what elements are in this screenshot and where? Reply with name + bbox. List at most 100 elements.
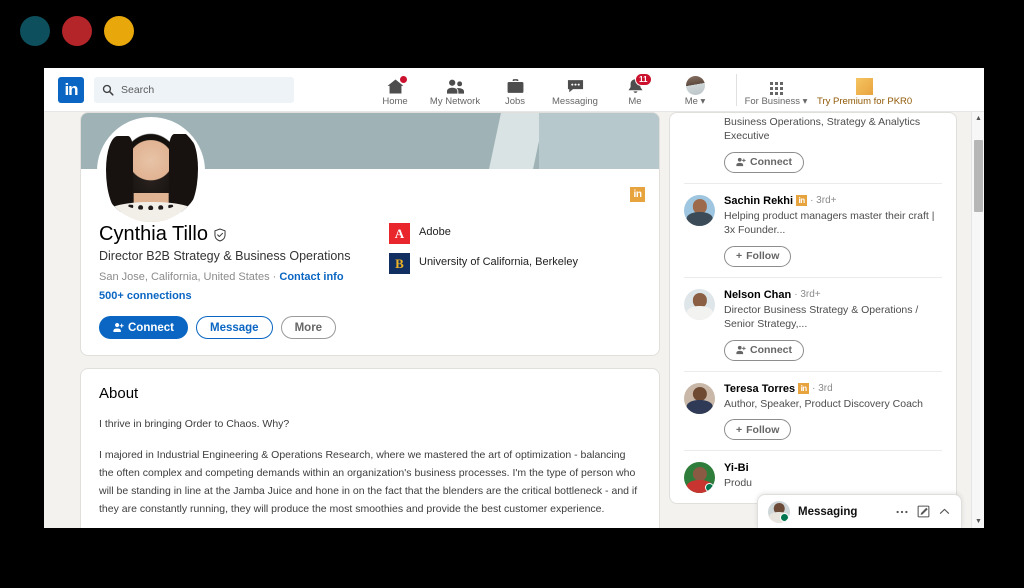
chevron-up-icon[interactable] [938,505,951,518]
connect-button[interactable]: Connect [724,339,804,361]
connect-button-label: Connect [128,321,174,334]
nav-item-home[interactable]: Home [366,73,424,107]
list-item[interactable]: Business Operations, Strategy & Analytic… [684,113,942,184]
profile-organizations: A Adobe B University of California, Berk… [389,223,579,283]
verified-shield-icon [214,227,226,242]
message-button-label: Message [210,321,259,334]
nav-item-me[interactable]: Me ▾ [666,73,724,107]
avatar [684,382,715,414]
profile-action-buttons: Connect Message More [99,316,641,339]
organization-item[interactable]: A Adobe [389,223,579,244]
nav-label-try-premium: Try Premium for PKR0 [817,95,913,107]
connect-button[interactable]: Connect [99,316,188,339]
suggestion-degree: · 3rd [812,383,833,395]
nav-label-notifications: Me [628,95,642,107]
follow-button[interactable]: + Follow [724,245,792,267]
desktop-background: in Search Home My Network Jobs Messaging… [0,0,1024,588]
nav-item-notifications[interactable]: 11 Me [606,72,664,107]
connect-person-icon [736,346,746,355]
nav-label-my-network: My Network [429,95,481,107]
about-title: About [99,385,139,402]
online-status-icon [780,512,789,522]
profile-details: Cynthia Tillo Director B2B Strategy & Bu… [81,169,659,355]
nav-item-try-premium[interactable]: Try Premium for PKR0 [817,73,912,107]
adobe-logo-icon: A [389,223,410,244]
nav-item-my-network[interactable]: My Network [426,73,484,107]
grid-icon [769,76,783,95]
messaging-bar[interactable]: Messaging [757,494,962,528]
avatar [684,288,715,320]
profile-location: San Jose, California, United States [99,271,270,283]
suggestion-name: Teresa Torres [724,382,796,395]
more-button-label: More [294,321,323,334]
nav-label-me: Me ▾ [684,95,706,107]
nav-item-jobs[interactable]: Jobs [486,73,544,107]
nav-label-jobs: Jobs [504,95,526,107]
main-column: in Cynthia Tillo Director B2B Strategy &… [80,112,660,528]
connect-button-label: Connect [750,344,792,357]
suggestion-headline: Director Business Strategy & Operations … [724,303,919,331]
about-paragraph: I majored in Industrial Engineering & Op… [99,449,638,516]
connect-person-icon [113,322,124,333]
follow-button[interactable]: + Follow [724,419,792,441]
window-dot-teal[interactable] [20,16,50,46]
avatar [684,462,715,494]
scrollbar-thumb[interactable] [974,140,983,212]
linkedin-global-nav: in Search Home My Network Jobs Messaging… [44,68,984,112]
profile-connections[interactable]: 500+ connections [99,290,641,302]
suggestion-name-row: Sachin Rekhi in · 3rd+ [724,195,942,207]
gold-square-icon [856,76,874,95]
linkedin-logo-icon[interactable]: in [58,76,84,103]
organization-name: University of California, Berkeley [419,256,578,268]
profile-page: in Cynthia Tillo Director B2B Strategy &… [44,112,984,528]
sidebar-column: Business Operations, Strategy & Analytic… [669,112,957,528]
contact-info-link[interactable]: Contact info [279,271,343,283]
avatar [684,194,715,226]
window-controls [20,16,134,46]
briefcase-icon [506,76,525,95]
premium-badge-icon: in [798,383,810,395]
plus-icon: + [736,423,743,436]
search-input[interactable]: Search [94,76,294,103]
avatar [768,500,790,523]
window-dot-red[interactable] [62,16,92,46]
list-item[interactable]: Nelson Chan · 3rd+ Director Business Str… [684,278,942,372]
home-badge [398,74,408,84]
bell-icon: 11 [626,72,652,95]
nav-item-messaging[interactable]: Messaging [546,73,604,107]
page-scrollbar[interactable]: ▲ ▼ [971,112,984,528]
follow-button-label: Follow [746,250,780,263]
suggestion-name: Nelson Chan [724,288,792,301]
plus-icon: + [736,250,743,263]
premium-badge-icon: in [796,195,808,207]
nav-right-section: For Business ▾ Try Premium for PKR0 [745,73,912,107]
about-card: About I thrive in bringing Order to Chao… [80,368,660,528]
suggestion-name-row: Yi-Bi [724,462,942,474]
compose-message-icon[interactable] [917,505,930,518]
connect-person-icon [736,158,746,167]
nav-items: Home My Network Jobs Messaging 11 Me Me … [366,72,724,107]
suggestion-name: Sachin Rekhi [724,194,794,207]
suggestion-headline: Produ [724,477,753,490]
people-also-viewed-card: Business Operations, Strategy & Analytic… [669,112,957,505]
more-options-icon[interactable] [895,505,909,519]
nav-label-messaging: Messaging [552,95,598,107]
notifications-badge: 11 [635,72,652,86]
suggestion-name-row: Teresa Torres in · 3rd [724,383,942,395]
avatar-icon [685,75,705,95]
message-button[interactable]: Message [196,316,273,339]
scroll-up-arrow-icon[interactable]: ▲ [972,112,984,125]
connect-button[interactable]: Connect [724,151,804,173]
list-item[interactable]: Sachin Rekhi in · 3rd+ Helping product m… [684,184,942,278]
page-title: Cynthia Tillo [99,223,208,245]
list-item[interactable]: Teresa Torres in · 3rd Author, Speaker, … [684,372,942,452]
home-icon [386,74,408,95]
location-separator: · [272,271,277,283]
scroll-down-arrow-icon[interactable]: ▼ [972,515,984,528]
more-button[interactable]: More [280,316,337,339]
organization-item[interactable]: B University of California, Berkeley [389,253,579,274]
window-dot-yellow[interactable] [104,16,134,46]
nav-item-for-business[interactable]: For Business ▾ [745,73,807,107]
connect-button-label: Connect [750,156,792,169]
suggestion-headline: Author, Speaker, Product Discovery Coach [724,397,924,410]
